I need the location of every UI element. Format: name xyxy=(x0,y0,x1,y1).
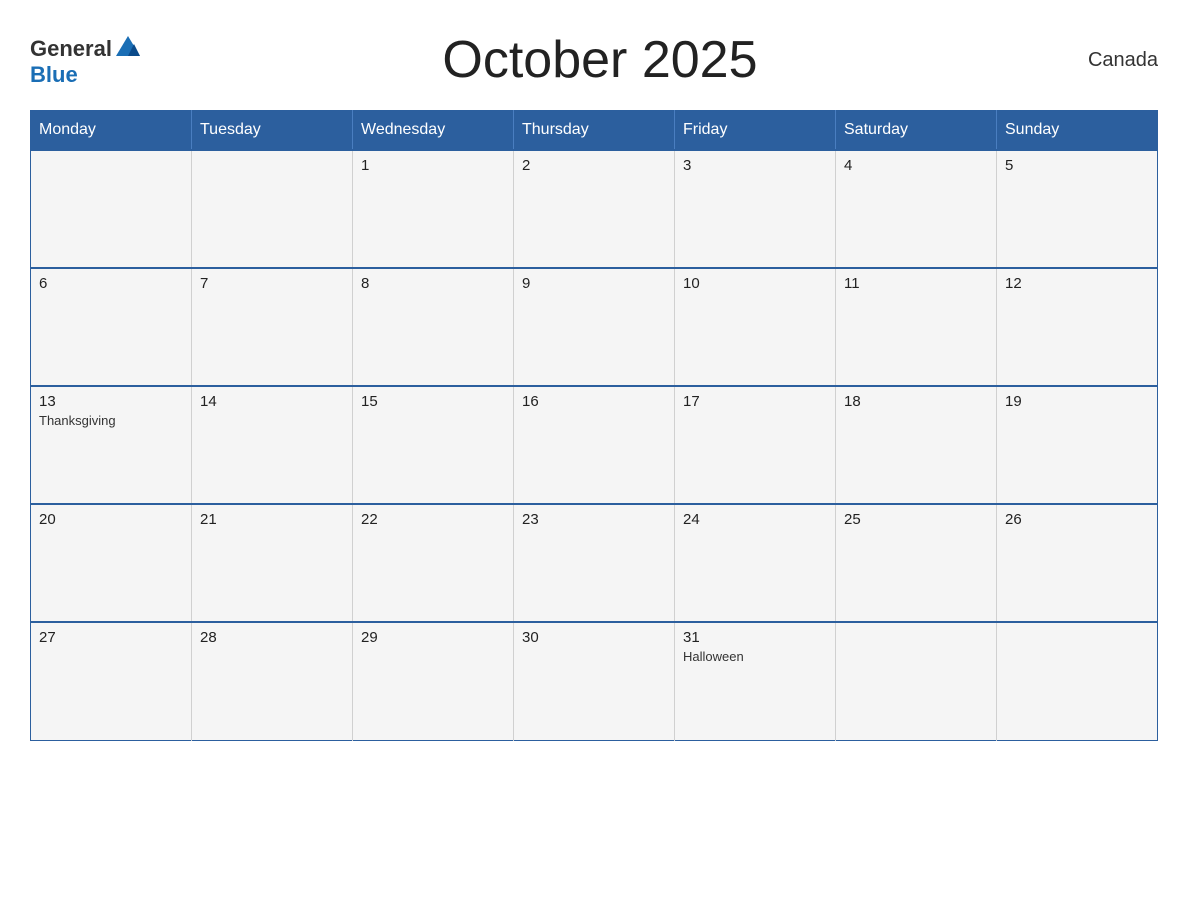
calendar-cell: 21 xyxy=(192,504,353,622)
day-number: 26 xyxy=(1005,511,1149,528)
logo-blue-text: Blue xyxy=(30,64,78,86)
day-number: 27 xyxy=(39,629,183,646)
day-header-sunday: Sunday xyxy=(997,111,1158,151)
calendar-week-2: 6789 10 11 12 xyxy=(31,268,1158,386)
calendar-week-1: 12345 xyxy=(31,150,1158,268)
calendar-cell: 31 Halloween xyxy=(675,622,836,740)
day-number: 18 xyxy=(844,393,988,410)
day-number: 28 xyxy=(200,629,344,646)
calendar-cell: 14 xyxy=(192,386,353,504)
calendar-cell: 3 xyxy=(675,150,836,268)
calendar-week-4: 20 21 22 23 24 25 26 xyxy=(31,504,1158,622)
day-header-monday: Monday xyxy=(31,111,192,151)
day-number: 2 xyxy=(522,157,666,174)
days-of-week-row: MondayTuesdayWednesdayThursdayFridaySatu… xyxy=(31,111,1158,151)
calendar-table: MondayTuesdayWednesdayThursdayFridaySatu… xyxy=(30,110,1158,741)
day-number: 30 xyxy=(522,629,666,646)
day-number: 17 xyxy=(683,393,827,410)
calendar-cell: 25 xyxy=(836,504,997,622)
page-header: General Blue October 2025 Canada xyxy=(30,20,1158,100)
day-number: 11 xyxy=(844,275,988,292)
day-number: 23 xyxy=(522,511,666,528)
calendar-cell: 16 xyxy=(514,386,675,504)
day-number: 14 xyxy=(200,393,344,410)
day-number: 19 xyxy=(1005,393,1149,410)
event-label: Halloween xyxy=(683,649,827,664)
day-number: 25 xyxy=(844,511,988,528)
calendar-cell: 18 xyxy=(836,386,997,504)
calendar-title: October 2025 xyxy=(142,30,1058,90)
calendar-cell: 5 xyxy=(997,150,1158,268)
day-number: 5 xyxy=(1005,157,1149,174)
calendar-cell xyxy=(192,150,353,268)
calendar-week-3: 13 Thanksgiving 14 15 16 17 18 19 xyxy=(31,386,1158,504)
logo: General Blue xyxy=(30,34,142,86)
day-number: 1 xyxy=(361,157,505,174)
calendar-cell: 17 xyxy=(675,386,836,504)
country-label: Canada xyxy=(1058,49,1158,72)
calendar-cell: 1 xyxy=(353,150,514,268)
calendar-cell: 23 xyxy=(514,504,675,622)
day-number: 15 xyxy=(361,393,505,410)
calendar-cell: 12 xyxy=(997,268,1158,386)
calendar-cell: 29 xyxy=(353,622,514,740)
calendar-cell: 10 xyxy=(675,268,836,386)
day-number: 9 xyxy=(522,275,666,292)
calendar-week-5: 27 28 29 30 31 Halloween xyxy=(31,622,1158,740)
logo-general-text: General xyxy=(30,38,112,60)
logo-icon xyxy=(114,34,142,62)
day-number: 7 xyxy=(200,275,344,292)
calendar-cell: 11 xyxy=(836,268,997,386)
day-number: 29 xyxy=(361,629,505,646)
day-header-thursday: Thursday xyxy=(514,111,675,151)
day-number: 13 xyxy=(39,393,183,410)
day-number: 16 xyxy=(522,393,666,410)
day-header-friday: Friday xyxy=(675,111,836,151)
day-number: 4 xyxy=(844,157,988,174)
calendar-cell: 7 xyxy=(192,268,353,386)
calendar-cell: 13 Thanksgiving xyxy=(31,386,192,504)
day-number: 22 xyxy=(361,511,505,528)
calendar-cell: 8 xyxy=(353,268,514,386)
day-number: 8 xyxy=(361,275,505,292)
day-number: 24 xyxy=(683,511,827,528)
calendar-cell: 27 xyxy=(31,622,192,740)
calendar-cell xyxy=(836,622,997,740)
day-number: 20 xyxy=(39,511,183,528)
day-header-tuesday: Tuesday xyxy=(192,111,353,151)
calendar-cell: 9 xyxy=(514,268,675,386)
day-number: 6 xyxy=(39,275,183,292)
calendar-cell: 15 xyxy=(353,386,514,504)
calendar-cell: 24 xyxy=(675,504,836,622)
calendar-cell: 28 xyxy=(192,622,353,740)
day-number: 12 xyxy=(1005,275,1149,292)
calendar-cell: 20 xyxy=(31,504,192,622)
calendar-cell: 4 xyxy=(836,150,997,268)
day-number: 10 xyxy=(683,275,827,292)
calendar-cell: 26 xyxy=(997,504,1158,622)
calendar-cell: 6 xyxy=(31,268,192,386)
calendar-body: 12345678910111213Thanksgiving14151617181… xyxy=(31,150,1158,740)
calendar-cell: 30 xyxy=(514,622,675,740)
calendar-cell xyxy=(997,622,1158,740)
event-label: Thanksgiving xyxy=(39,413,183,428)
day-number: 3 xyxy=(683,157,827,174)
day-header-wednesday: Wednesday xyxy=(353,111,514,151)
day-header-saturday: Saturday xyxy=(836,111,997,151)
calendar-cell: 22 xyxy=(353,504,514,622)
calendar-cell: 19 xyxy=(997,386,1158,504)
calendar-cell: 2 xyxy=(514,150,675,268)
day-number: 21 xyxy=(200,511,344,528)
calendar-cell xyxy=(31,150,192,268)
calendar-header: MondayTuesdayWednesdayThursdayFridaySatu… xyxy=(31,111,1158,151)
day-number: 31 xyxy=(683,629,827,646)
